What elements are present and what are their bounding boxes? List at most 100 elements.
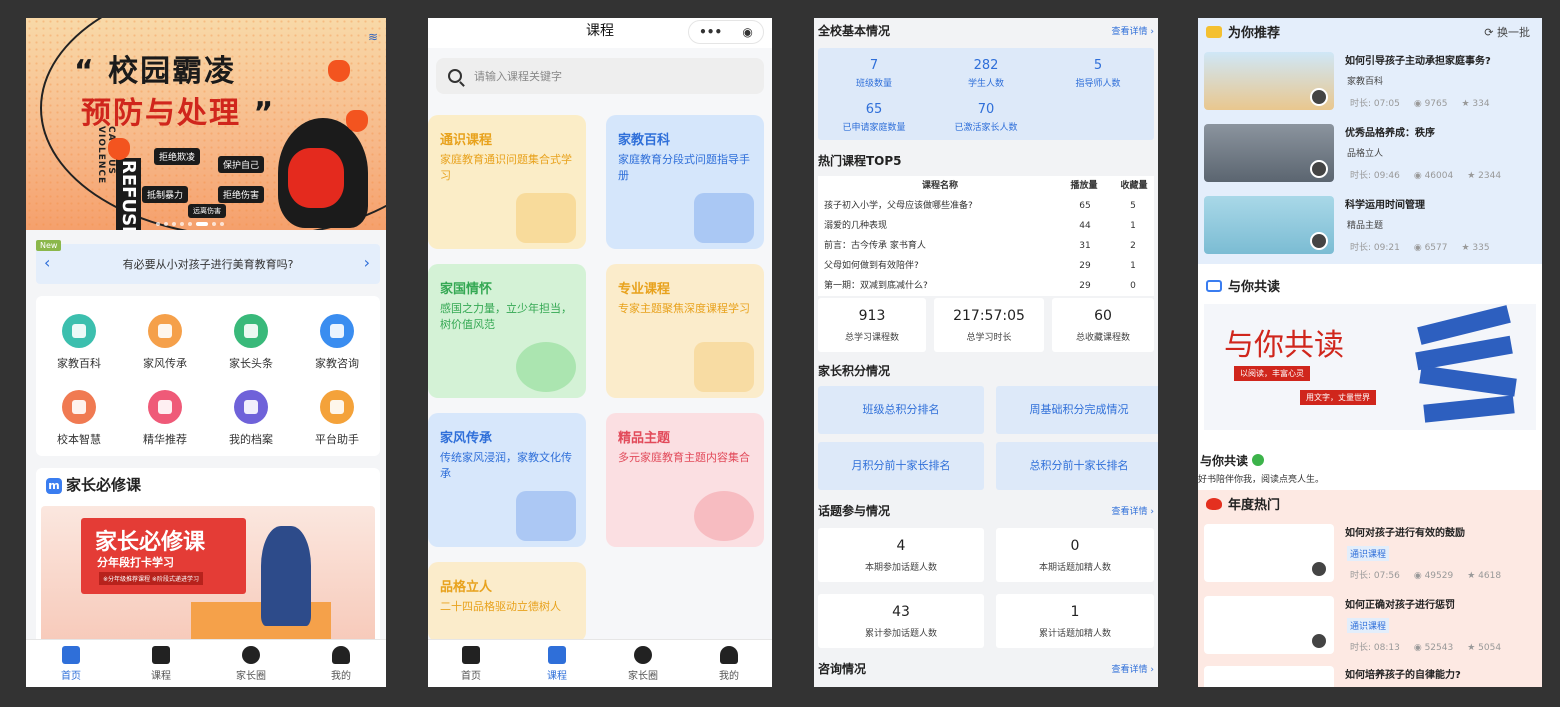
folder-icon — [234, 390, 268, 424]
card-title: 品格立人 — [440, 580, 493, 595]
grid-item-featured[interactable]: 精华推荐 — [122, 390, 208, 447]
stat-item: 70 已激活家长人数 — [930, 102, 1042, 133]
course-name: 溺爱的几种表现 — [824, 221, 888, 231]
grid-item-parent-headlines[interactable]: 家长头条 — [208, 314, 294, 371]
view-details-link[interactable]: 查看详情 › — [1112, 504, 1154, 517]
tab-mine[interactable]: 我的 — [296, 640, 386, 687]
section-title-text: 为你推荐 — [1228, 26, 1281, 41]
course-card-patriotism[interactable]: 家国情怀 感国之力量，立少年担当，树价值风范 — [428, 264, 586, 398]
course-card-professional[interactable]: 专业课程 专家主题聚焦深度课程学习 — [606, 264, 764, 398]
music-icon — [1310, 88, 1328, 106]
tab-courses[interactable]: 课程 — [116, 640, 206, 687]
plays: 29 — [1079, 261, 1091, 271]
grid-item-assistant[interactable]: 平台助手 — [294, 390, 380, 447]
course-card-general[interactable]: 通识课程 家庭教育通识问题集合式学习 — [428, 115, 586, 249]
hot-item[interactable]: 如何对孩子进行有效的鼓励 通识课程 时长: 07:56 ◉ 49529 ★ 4618 — [1204, 524, 1536, 590]
course-card-character[interactable]: 品格立人 二十四品格驱动立德树人 — [428, 562, 586, 642]
section-title: 家长积分情况 — [818, 364, 891, 378]
reading-desc: 好书陪伴你我，阅读点亮人生。 — [1198, 475, 1325, 485]
tab-parent-circle[interactable]: 家长圈 — [600, 640, 686, 687]
tab-home[interactable]: 首页 — [428, 640, 514, 687]
bottom-tabbar: 首页 课程 家长圈 我的 — [428, 639, 772, 687]
refresh-button[interactable]: ⟳ 换一批 — [1484, 24, 1530, 40]
section-title: 热门课程TOP5 — [818, 154, 902, 168]
topic-label: 累计话题加精人数 — [1038, 629, 1111, 639]
woman-illustration — [261, 526, 311, 626]
reading-section: 与你共读 与你共读 以阅读，丰富心灵 用文字，丈量世界 与你共读 好书陪伴你我，… — [1198, 270, 1542, 488]
more-icon[interactable]: ••• — [699, 25, 722, 39]
recommend-item[interactable]: 优秀品格养成：秩序 品格立人 时长: 09:46 ◉ 46004 ★ 2344 — [1204, 124, 1536, 190]
notice-text[interactable]: 有必要从小对孩子进行美育教育吗? — [123, 256, 294, 272]
tab-home[interactable]: 首页 — [26, 640, 116, 687]
tab-mine[interactable]: 我的 — [686, 640, 772, 687]
music-icon — [1310, 232, 1328, 250]
topic-stat-box: 0 本期话题加精人数 — [996, 528, 1154, 582]
pencil-icon — [694, 342, 754, 392]
grid-item-consultation[interactable]: 家教咨询 — [294, 314, 380, 371]
mini-program-capsule: ••• ◉ — [688, 20, 764, 44]
duration: 时长: 09:46 — [1350, 171, 1400, 181]
campus-violence-banner[interactable]: “ 校园霸凌 预防与处理 ” CAMPUS VIOLENCE REFUSE 拒绝… — [26, 18, 386, 230]
close-icon[interactable]: ◉ — [742, 25, 752, 39]
news-icon — [234, 314, 268, 348]
course-card-heritage[interactable]: 家风传承 传统家风浸润，家教文化传承 — [428, 413, 586, 547]
required-course-section: m 家长必修课 家长必修课 分年段打卡学习 ※分年级推荐课程 ※阶段式递进学习 — [36, 468, 380, 658]
hot-item[interactable]: 如何正确对孩子进行惩罚 通识课程 时长: 08:13 ◉ 52543 ★ 5054 — [1204, 596, 1536, 662]
tab-parent-circle[interactable]: 家长圈 — [206, 640, 296, 687]
table-row[interactable]: 第一期：双减到底减什么? 29 0 — [818, 276, 1154, 296]
section-title: m 家长必修课 — [46, 474, 141, 495]
reading-name: 与你共读 — [1200, 452, 1265, 469]
table-row[interactable]: 父母如何做到有效陪伴? 29 1 — [818, 256, 1154, 276]
reading-banner[interactable]: 与你共读 以阅读，丰富心灵 用文字，丈量世界 — [1204, 304, 1536, 430]
total-top10-button[interactable]: 总积分前十家长排名 — [996, 442, 1158, 490]
course-card-premium[interactable]: 精品主题 多元家庭教育主题内容集合 — [606, 413, 764, 547]
likes: 335 — [1472, 243, 1490, 253]
grid-item-school-wisdom[interactable]: 校本智慧 — [36, 390, 122, 447]
home-icon — [62, 646, 80, 664]
banner-pagination[interactable] — [156, 222, 224, 226]
col-header: 收藏量 — [1120, 181, 1148, 191]
user-icon — [720, 646, 738, 664]
grid-item-family-heritage[interactable]: 家风传承 — [122, 314, 208, 371]
mastodon-icon: m — [46, 478, 62, 494]
tab-courses[interactable]: 课程 — [514, 640, 600, 687]
recommend-item[interactable]: 如何引导孩子主动承担家庭事务? 家教百科 时长: 07:05 ◉ 9765 ★ 334 — [1204, 52, 1536, 118]
weekly-points-button[interactable]: 周基础积分完成情况 — [996, 386, 1158, 434]
course-card-encyclopedia[interactable]: 家教百科 家庭教育分段式问题指导手册 — [606, 115, 764, 249]
grid-item-my-archive[interactable]: 我的档案 — [208, 390, 294, 447]
item-category: 品格立人 — [1347, 149, 1384, 159]
search-input[interactable]: 请输入课程关键字 — [436, 58, 764, 94]
likes: 2344 — [1478, 171, 1502, 181]
music-note-icon — [1252, 454, 1265, 466]
banner-tag: 保护自己 — [218, 156, 265, 173]
open-book-icon — [516, 491, 576, 541]
views: 9765 — [1424, 99, 1448, 109]
table-row[interactable]: 前言：古今传承 家书育人 31 2 — [818, 236, 1154, 256]
banner-tag: 拒绝伤害 — [218, 186, 265, 203]
table-row[interactable]: 孩子初入小学，父母应该做哪些准备? 65 5 — [818, 196, 1154, 216]
class-points-rank-button[interactable]: 班级总积分排名 — [818, 386, 984, 434]
chat-icon — [320, 314, 354, 348]
tab-label: 首页 — [61, 671, 81, 682]
item-meta: 时长: 07:56 ◉ 49529 ★ 4618 — [1350, 568, 1501, 581]
view-details-link[interactable]: 查看详情 › — [1112, 662, 1154, 675]
grid-label: 精华推荐 — [143, 433, 187, 446]
required-course-banner[interactable]: 家长必修课 分年段打卡学习 ※分年级推荐课程 ※阶段式递进学习 — [41, 506, 375, 646]
home-screen: “ 校园霸凌 预防与处理 ” CAMPUS VIOLENCE REFUSE 拒绝… — [26, 18, 386, 687]
eye-icon: ◉ — [1413, 571, 1425, 581]
grid-label: 家风传承 — [143, 357, 187, 370]
monthly-top10-button[interactable]: 月积分前十家长排名 — [818, 442, 984, 490]
prev-arrow-icon[interactable]: ‹ — [44, 253, 50, 272]
views: 52543 — [1424, 643, 1454, 653]
notice-bar[interactable]: New ‹ 有必要从小对孩子进行美育教育吗? › — [36, 240, 380, 284]
view-details-link[interactable]: 查看详情 › — [1112, 24, 1154, 37]
recommend-item[interactable]: 科学运用时间管理 精品主题 时长: 09:21 ◉ 6577 ★ 335 — [1204, 196, 1536, 262]
grid-item-family-encyclopedia[interactable]: 家教百科 — [36, 314, 122, 371]
music-icon — [1310, 632, 1328, 650]
girl-shirt — [288, 148, 344, 208]
tab-label: 家长圈 — [628, 671, 658, 682]
hot-item[interactable]: 如何培养孩子的自律能力? — [1204, 666, 1536, 687]
table-row[interactable]: 溺爱的几种表现 44 1 — [818, 216, 1154, 236]
banner-tag: 用文字，丈量世界 — [1300, 390, 1376, 405]
next-arrow-icon[interactable]: › — [364, 253, 370, 272]
